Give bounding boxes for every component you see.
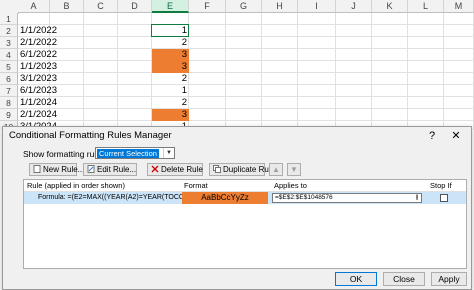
grid-line [18,24,474,25]
rules-table-header: Rule (applied in order shown) Format App… [24,180,466,201]
cell-e6[interactable]: 2 [152,73,189,85]
header-applies-to: Applies to [274,181,307,190]
column-header-e[interactable]: E [152,0,189,13]
column-header-g[interactable]: G [226,0,262,13]
cell-a8[interactable]: 1/1/2024 [20,97,57,109]
header-rule: Rule (applied in order shown) [27,181,125,190]
column-header-k[interactable]: K [372,0,408,13]
grid-line [18,60,474,61]
new-rule-icon [33,165,41,173]
cell-e4[interactable]: 3 [152,49,189,61]
move-up-button[interactable]: ▲ [269,163,283,176]
edit-rule-icon [87,165,95,173]
dialog-title: Conditional Formatting Rules Manager [9,130,172,141]
grid-line [18,48,474,49]
column-header-i[interactable]: I [298,0,336,13]
move-down-button[interactable]: ▼ [287,163,301,176]
applies-to-input[interactable]: =$E$2:$E$1048576 [272,193,422,203]
cell-e5[interactable]: 3 [152,61,189,73]
column-header-d[interactable]: D [118,0,152,13]
ok-button[interactable]: OK [335,272,377,286]
column-header-f[interactable]: F [189,0,226,13]
row-header-8[interactable]: 8 [0,97,18,109]
edit-rule-label: Edit Rule... [97,165,137,174]
active-cell-border [151,24,189,37]
grid-line [18,96,474,97]
row-header-7[interactable]: 7 [0,85,18,97]
cell-a5[interactable]: 1/1/2023 [20,61,57,73]
help-button[interactable]: ? [425,129,439,143]
delete-x-icon [151,165,159,173]
new-rule-label: New Rule... [43,165,85,174]
column-header-c[interactable]: C [84,0,118,13]
dialog-titlebar[interactable]: Conditional Formatting Rules Manager ? ✕ [3,127,471,145]
row-header-3[interactable]: 3 [0,37,18,49]
duplicate-rule-label: Duplicate Rule [223,165,276,174]
row-header-5[interactable]: 5 [0,61,18,73]
apply-button[interactable]: Apply [431,272,467,286]
chevron-down-icon: ▼ [163,148,174,158]
collapse-range-icon[interactable]: ⭱ [412,193,422,203]
show-rules-dropdown[interactable]: Current Selection ▼ [95,147,175,159]
grid-line [18,108,474,109]
row-header-1[interactable]: 1 [0,13,18,25]
grid-line [18,120,474,121]
duplicate-rule-button[interactable]: Duplicate Rule [209,163,275,176]
cell-e3[interactable]: 2 [152,37,189,49]
cell-a4[interactable]: 6/1/2022 [20,49,57,61]
format-preview: AaBbCcYyZz [182,192,268,204]
row-header-6[interactable]: 6 [0,73,18,85]
row-header-2[interactable]: 2 [0,25,18,37]
cell-e9[interactable]: 3 [152,109,189,121]
cell-a7[interactable]: 6/1/2023 [20,85,57,97]
grid-line [18,72,474,73]
close-icon[interactable]: ✕ [449,129,463,143]
grid-line [18,84,474,85]
cell-e7[interactable]: 1 [152,85,189,97]
cell-e8[interactable]: 2 [152,97,189,109]
cell-a9[interactable]: 2/1/2024 [20,109,57,121]
column-header-b[interactable]: B [50,0,84,13]
rules-list[interactable]: Rule (applied in order shown) Format App… [23,179,467,269]
header-format: Format [184,181,208,190]
conditional-formatting-dialog: Conditional Formatting Rules Manager ? ✕… [2,126,472,290]
row-header-4[interactable]: 4 [0,49,18,61]
delete-rule-button[interactable]: Delete Rule [147,163,203,176]
grid-line [18,36,474,37]
new-rule-button[interactable]: New Rule... [29,163,84,176]
show-rules-value: Current Selection [97,149,159,158]
cell-a3[interactable]: 2/1/2022 [20,37,57,49]
delete-rule-label: Delete Rule [161,165,203,174]
column-header-j[interactable]: J [336,0,372,13]
cell-a2[interactable]: 1/1/2022 [20,25,57,37]
column-header-m[interactable]: M [444,0,474,13]
row-header-9[interactable]: 9 [0,109,18,121]
column-header-a[interactable]: A [18,0,50,13]
stop-if-true-checkbox[interactable] [440,194,448,202]
spreadsheet[interactable]: ABCDEFGHIJKLM 12345678910 1/1/202212/1/2… [0,0,474,130]
duplicate-icon [213,165,221,173]
cell-a6[interactable]: 3/1/2023 [20,73,57,85]
column-header-l[interactable]: L [408,0,444,13]
select-all-corner[interactable] [0,0,19,14]
edit-rule-button[interactable]: Edit Rule... [83,163,137,176]
rule-row[interactable]: Formula: =(E2=MAX((YEAR(A2)=YEAR(TOCOL(A… [24,192,466,204]
close-button[interactable]: Close [383,272,425,286]
column-header-h[interactable]: H [262,0,298,13]
